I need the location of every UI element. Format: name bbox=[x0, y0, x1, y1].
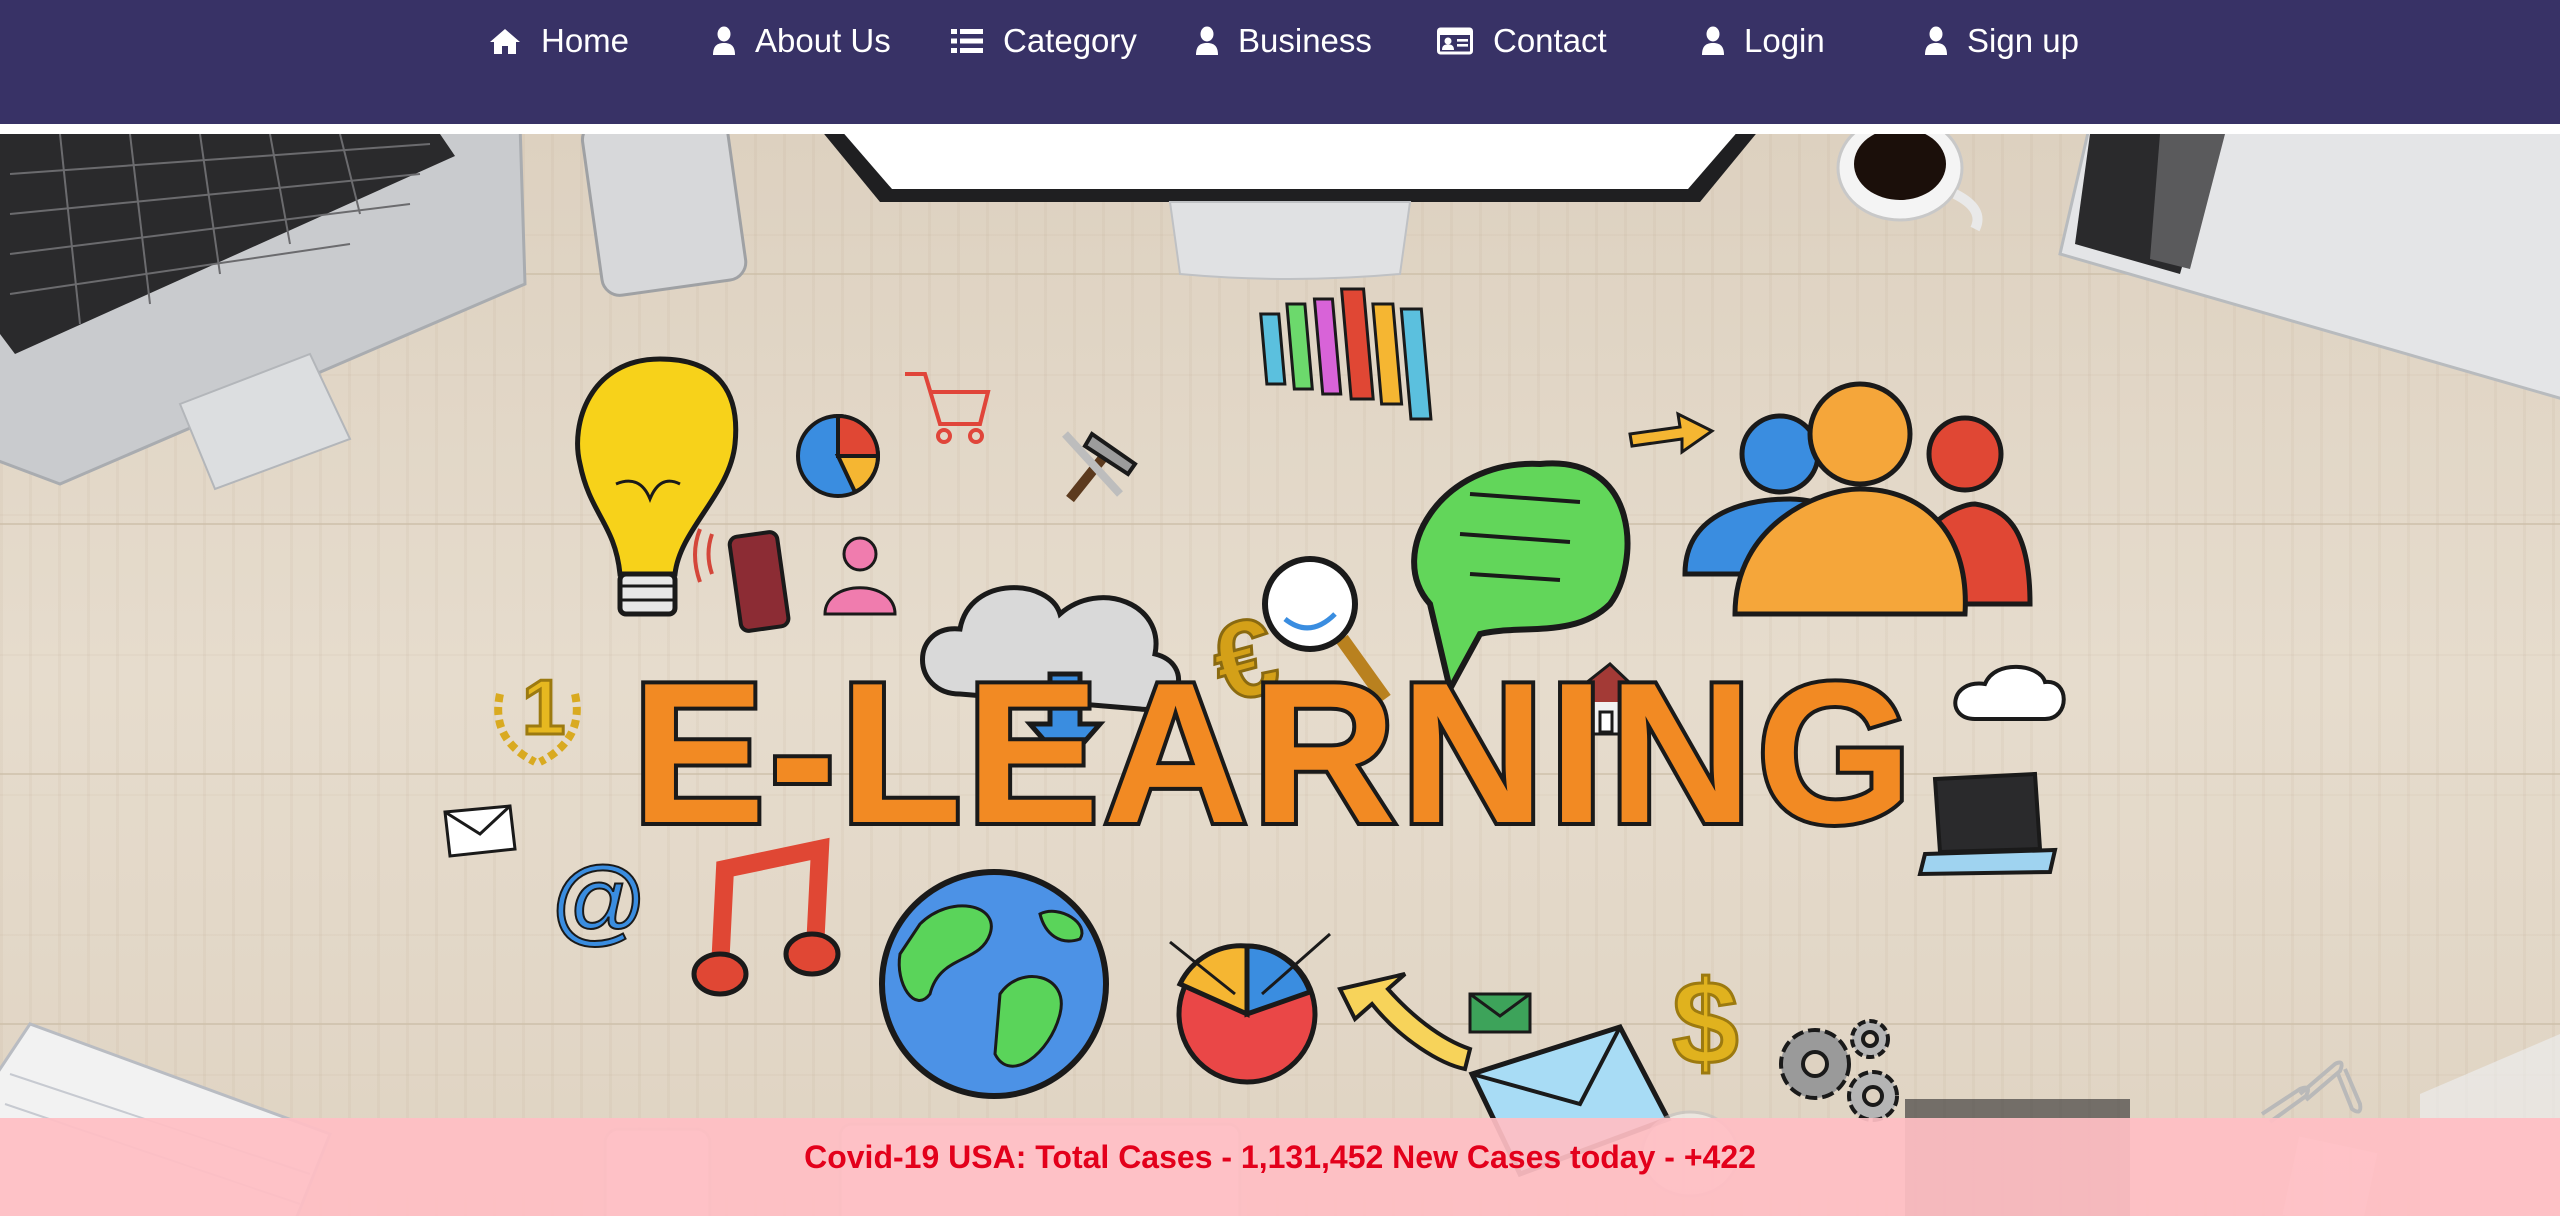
tablet-image bbox=[2058, 134, 2560, 400]
phone-image bbox=[580, 134, 748, 297]
nav-item-login[interactable]: Login bbox=[1702, 0, 1825, 82]
dollar-icon: $ bbox=[1672, 956, 1739, 1090]
pie-chart-large-doodle bbox=[1169, 932, 1331, 1085]
nav-item-label: About Us bbox=[755, 22, 891, 59]
nav-item-label: Login bbox=[1744, 22, 1825, 59]
top-navbar: Home About Us Category Business Contact … bbox=[0, 0, 2560, 124]
nav-item-label: Sign up bbox=[1967, 22, 2079, 59]
medal-doodle: 1 bbox=[494, 662, 581, 766]
home-icon bbox=[489, 27, 521, 55]
shopping-cart-doodle bbox=[905, 372, 991, 444]
nav-item-label: Business bbox=[1238, 22, 1372, 59]
gears-doodle bbox=[1779, 1019, 1899, 1122]
nav-item-business[interactable]: Business bbox=[1196, 0, 1372, 82]
covid-stats-text: Covid-19 USA: Total Cases - 1,131,452 Ne… bbox=[804, 1138, 1756, 1175]
nav-item-home[interactable]: Home bbox=[489, 0, 629, 82]
cloud-doodle bbox=[1953, 664, 2066, 721]
paper-clips-image bbox=[2260, 1060, 2363, 1124]
envelope-green-doodle bbox=[1468, 992, 1532, 1034]
globe-doodle bbox=[879, 869, 1109, 1099]
nav-item-about-us[interactable]: About Us bbox=[713, 0, 891, 82]
coffee-cup-image bbox=[1836, 134, 1983, 232]
person-doodle bbox=[823, 536, 897, 616]
user-icon bbox=[713, 26, 735, 56]
laptop-doodle bbox=[1917, 771, 2058, 877]
nav-item-label: Home bbox=[541, 22, 630, 59]
hero-banner: € 1 @ $ E-LEARNING Covid-19 USA: Total C… bbox=[0, 134, 2560, 1216]
covid-banner: Covid-19 USA: Total Cases - 1,131,452 Ne… bbox=[0, 1118, 2560, 1216]
nav-divider bbox=[0, 124, 2560, 134]
id-card-icon bbox=[1437, 27, 1473, 55]
nav-item-label: Category bbox=[1003, 22, 1137, 59]
user-icon bbox=[1925, 26, 1947, 56]
nav-item-contact[interactable]: Contact bbox=[1437, 0, 1607, 82]
arrow-right-doodle bbox=[1628, 411, 1715, 455]
tools-doodle bbox=[1062, 431, 1138, 503]
nav-item-label: Contact bbox=[1493, 22, 1607, 59]
envelope-small-doodle bbox=[443, 804, 517, 858]
bar-chart-doodle bbox=[1259, 287, 1433, 421]
nav-menu: Home About Us Category Business Contact … bbox=[0, 0, 2560, 82]
nav-item-sign-up[interactable]: Sign up bbox=[1925, 0, 2079, 82]
monitor-image bbox=[824, 134, 1756, 280]
nav-item-category[interactable]: Category bbox=[951, 0, 1137, 82]
laptop-image bbox=[0, 134, 527, 491]
people-group-doodle bbox=[1682, 381, 2033, 617]
arrow-up-left-doodle bbox=[1337, 972, 1473, 1072]
mobile-phone-doodle bbox=[693, 528, 791, 633]
hero-illustration: € 1 @ $ E-LEARNING bbox=[0, 134, 2560, 1216]
svg-text:1: 1 bbox=[522, 663, 565, 751]
user-icon bbox=[1702, 26, 1724, 56]
pie-chart-doodle bbox=[796, 413, 881, 498]
light-bulb-doodle bbox=[575, 356, 739, 617]
list-icon bbox=[951, 27, 983, 55]
hero-title: E-LEARNING bbox=[632, 642, 1916, 865]
user-icon bbox=[1196, 26, 1218, 56]
music-note-doodle bbox=[691, 837, 841, 997]
